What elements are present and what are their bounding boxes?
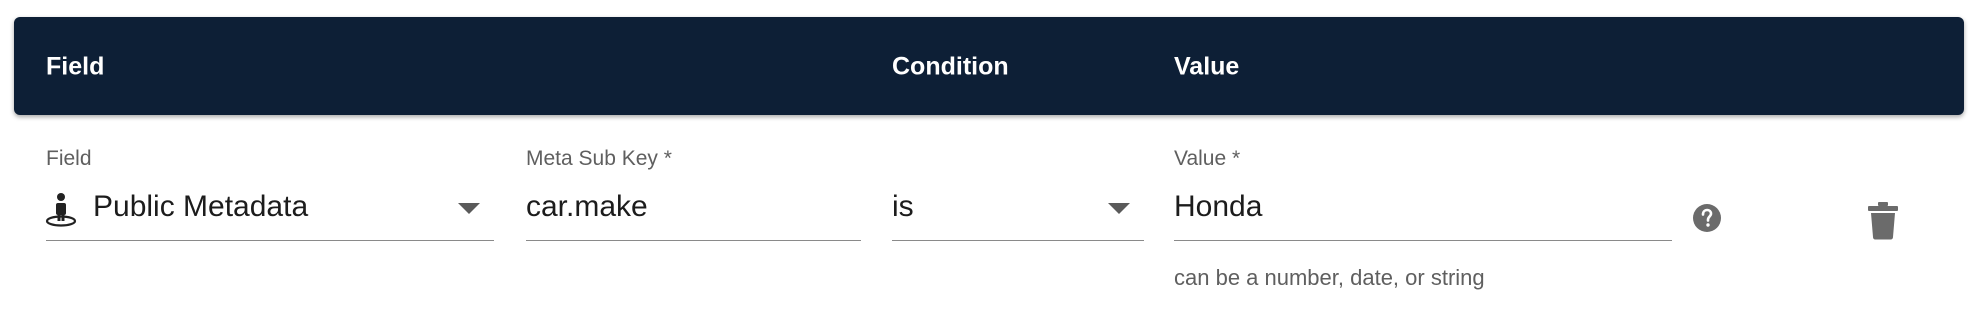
chevron-down-icon[interactable] bbox=[458, 203, 480, 214]
help-icon[interactable] bbox=[1693, 204, 1721, 237]
meta-sub-key-value[interactable]: car.make bbox=[526, 190, 648, 224]
header-condition: Condition bbox=[892, 52, 1009, 81]
value-input-helper-text: can be a number, date, or string bbox=[1174, 265, 1485, 290]
field-select-label: Field bbox=[46, 147, 92, 170]
person-public-icon bbox=[44, 192, 78, 233]
value-input-value[interactable]: Honda bbox=[1174, 190, 1262, 224]
condition-select-underline bbox=[892, 240, 1144, 241]
trash-icon[interactable] bbox=[1868, 202, 1898, 245]
chevron-down-icon[interactable] bbox=[1108, 203, 1130, 214]
meta-sub-key-label: Meta Sub Key * bbox=[526, 147, 672, 170]
value-input-label: Value * bbox=[1174, 147, 1241, 170]
field-select-underline bbox=[46, 240, 494, 241]
header-field: Field bbox=[46, 52, 105, 81]
meta-sub-key-underline bbox=[526, 240, 861, 241]
field-select-value: Public Metadata bbox=[93, 190, 309, 223]
header-value: Value bbox=[1174, 52, 1240, 81]
value-input-underline bbox=[1174, 240, 1672, 241]
table-header: Field Condition Value bbox=[14, 17, 1964, 115]
condition-select-value: is bbox=[892, 190, 914, 223]
